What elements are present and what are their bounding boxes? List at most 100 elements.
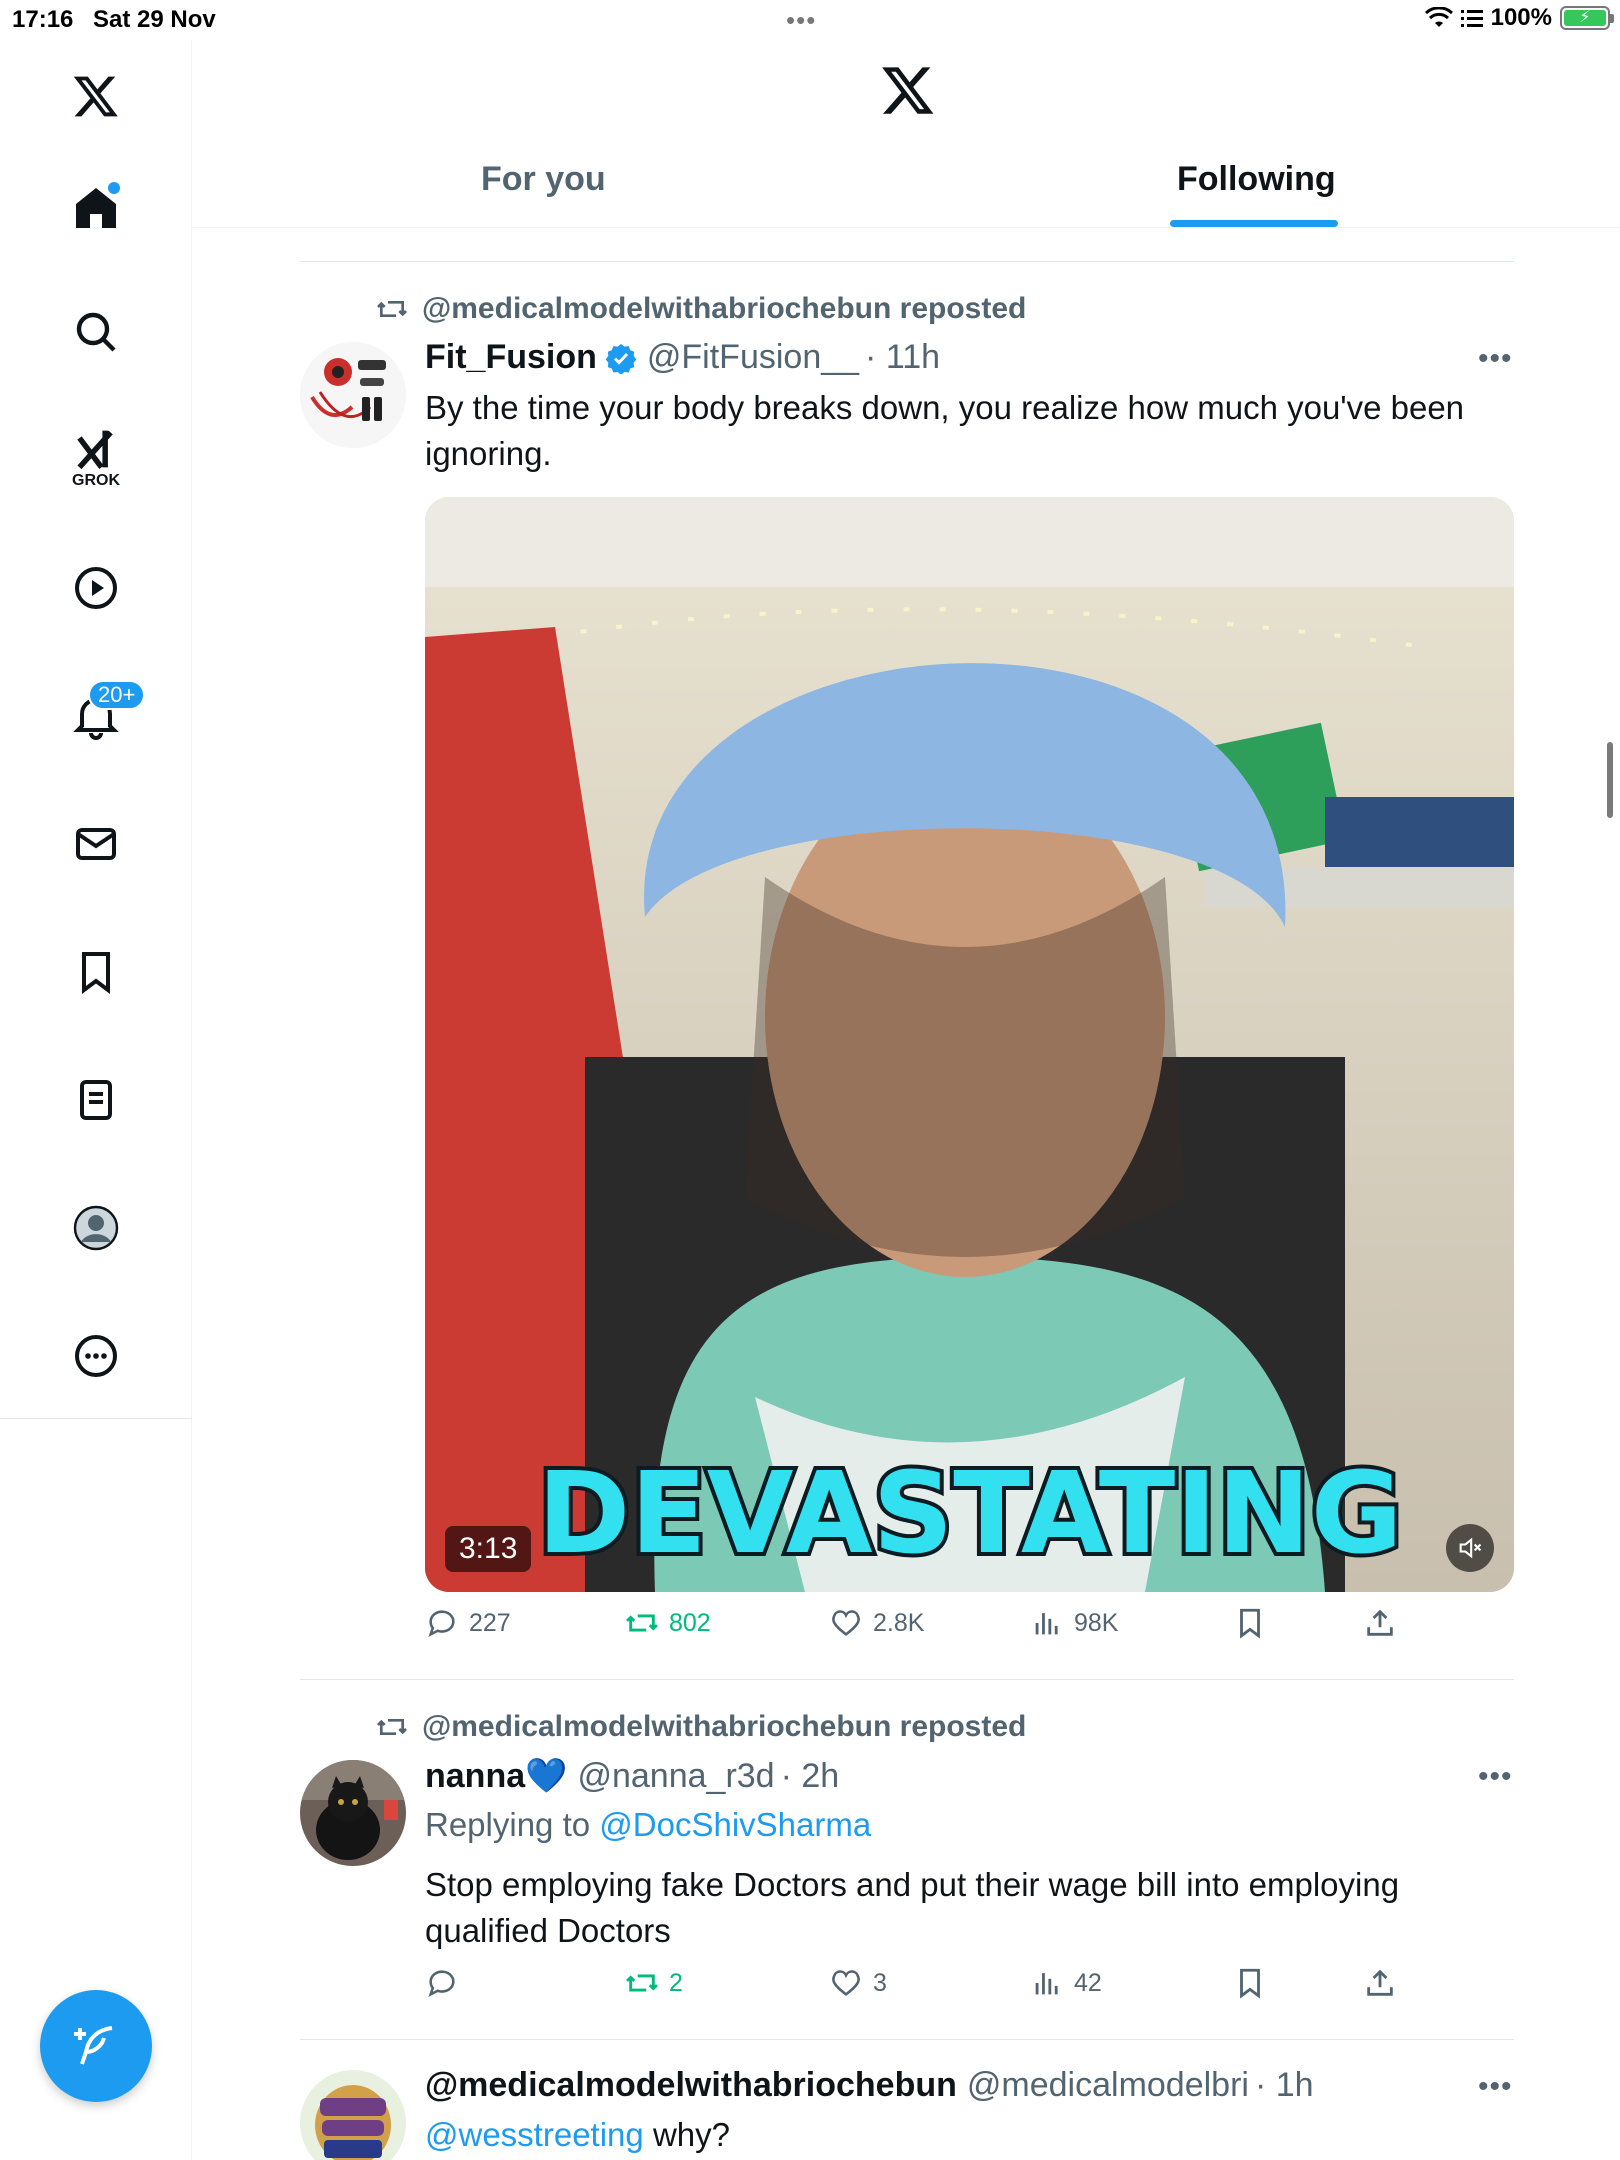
multitasking-dots[interactable]: •••	[786, 5, 816, 36]
compose-feather-icon	[74, 2026, 113, 2065]
notifications-badge: 20+	[88, 680, 146, 710]
repost-icon	[377, 1719, 407, 1735]
post-more-menu-icon[interactable]: •••	[1478, 342, 1513, 376]
wifi-icon	[1424, 7, 1453, 27]
post-time[interactable]: · 1h	[1255, 2066, 1314, 2105]
bookmark-icon	[1240, 1608, 1260, 1639]
replying-to-handle[interactable]: @DocShivSharma	[599, 1806, 871, 1843]
repost-indicator: @medicalmodelwithabriochebun reposted	[376, 292, 1026, 326]
repost-label: @medicalmodelwithabriochebun reposted	[422, 1710, 1027, 1743]
search-icon[interactable]	[66, 302, 126, 362]
post-text: Stop employing fake Doctors and put thei…	[425, 1866, 1400, 1949]
avatar[interactable]	[300, 1760, 406, 1866]
avatar[interactable]	[300, 2070, 406, 2160]
scrollbar[interactable]	[1607, 742, 1613, 818]
heart-icon	[832, 1610, 860, 1636]
mute-icon[interactable]	[1446, 1524, 1494, 1572]
repost-button[interactable]: 2	[625, 1966, 683, 2000]
video-player[interactable]: DEVASTATING 3:13	[425, 497, 1514, 1592]
share-icon	[1367, 1609, 1393, 1636]
share-button[interactable]	[1363, 1606, 1397, 1640]
grok-icon[interactable]: GROK	[66, 426, 126, 489]
feed-divider	[300, 2039, 1514, 2040]
views-chart-icon	[1035, 1613, 1058, 1635]
video-play-icon[interactable]	[66, 558, 126, 618]
share-button[interactable]	[1363, 1966, 1397, 2000]
post-text: By the time your body breaks down, you r…	[425, 389, 1465, 472]
repost-button[interactable]: 802	[625, 1606, 711, 1640]
author-name[interactable]: Fit_Fusion	[425, 338, 597, 377]
like-count: 2.8K	[873, 1608, 925, 1637]
repost-icon	[626, 1974, 658, 1992]
sidebar-divider	[0, 1418, 192, 1419]
post-time[interactable]: · 2h	[781, 1757, 840, 1796]
share-icon	[1367, 1969, 1393, 1996]
author-handle[interactable]: @medicalmodelbri	[967, 2066, 1249, 2105]
x-logo-icon[interactable]	[880, 62, 936, 118]
views-chart-icon	[1035, 1973, 1058, 1995]
home-icon[interactable]	[66, 178, 126, 238]
like-button[interactable]: 3	[829, 1966, 887, 2000]
view-count: 98K	[1074, 1608, 1119, 1637]
mention-link[interactable]: @wesstreeting	[425, 2116, 644, 2153]
profile-avatar-icon[interactable]	[66, 1198, 126, 1258]
view-count: 42	[1074, 1968, 1102, 1997]
more-options-icon[interactable]	[66, 1326, 126, 1386]
notifications-bell-icon[interactable]: 20+	[66, 680, 146, 746]
views-button[interactable]: 42	[1030, 1966, 1102, 2000]
feed-divider	[300, 261, 1514, 262]
active-tab-indicator	[1170, 220, 1338, 227]
avatar[interactable]	[300, 342, 406, 448]
like-count: 3	[873, 1968, 887, 1997]
author-handle[interactable]: @FitFusion__	[647, 338, 859, 377]
post-time[interactable]: · 11h	[865, 338, 940, 377]
status-bar: 17:16 Sat 29 Nov ••• 100% ⚡	[0, 0, 1620, 40]
home-unread-dot	[108, 182, 120, 194]
battery-percent: 100%	[1490, 4, 1552, 31]
like-button[interactable]: 2.8K	[829, 1606, 924, 1640]
reply-button[interactable]: 227	[425, 1606, 511, 1640]
repost-count: 2	[669, 1968, 683, 1997]
reply-icon	[428, 1970, 455, 1997]
video-thumbnail: DEVASTATING	[425, 497, 1514, 1592]
video-caption: DEVASTATING	[537, 1449, 1402, 1579]
post-actions: 227 802 2.8K 98K	[425, 1606, 1515, 1656]
sidebar: GROK 20+	[0, 40, 192, 2160]
bookmark-button[interactable]	[1233, 1966, 1267, 2000]
post-more-menu-icon[interactable]: •••	[1478, 1760, 1513, 1794]
bookmarks-icon[interactable]	[66, 942, 126, 1002]
repost-icon	[626, 1614, 658, 1632]
compose-post-button[interactable]	[40, 1990, 152, 2102]
messages-envelope-icon[interactable]	[66, 814, 126, 874]
replying-prefix: Replying to	[425, 1806, 591, 1843]
reply-button[interactable]	[425, 1966, 469, 2000]
tab-following[interactable]: Following	[1177, 160, 1336, 228]
battery-icon: ⚡	[1560, 6, 1614, 30]
author-handle[interactable]: @nanna_r3d	[577, 1757, 774, 1796]
status-date: Sat 29 Nov	[93, 6, 216, 33]
views-button[interactable]: 98K	[1030, 1606, 1118, 1640]
replying-to: Replying to @DocShivSharma	[425, 1806, 871, 1844]
reply-icon	[428, 1610, 455, 1637]
bookmark-button[interactable]	[1233, 1606, 1267, 1640]
tab-for-you[interactable]: For you	[481, 160, 606, 228]
repost-label: @medicalmodelwithabriochebun reposted	[422, 292, 1027, 325]
bookmark-icon	[1240, 1968, 1260, 1999]
lists-icon[interactable]	[66, 1070, 126, 1130]
repost-indicator: @medicalmodelwithabriochebun reposted	[376, 1710, 1026, 1744]
post-more-menu-icon[interactable]: •••	[1478, 2070, 1513, 2104]
author-name[interactable]: @medicalmodelwithabriochebun	[425, 2066, 957, 2105]
repost-count: 802	[669, 1608, 711, 1637]
post-text-body: why?	[652, 2116, 730, 2153]
author-name[interactable]: nanna💙	[425, 1756, 567, 1796]
focus-list-icon	[1460, 10, 1483, 27]
verified-badge-icon	[605, 343, 637, 374]
post-text: @wesstreeting why?	[425, 2112, 1515, 2158]
video-duration: 3:13	[445, 1526, 532, 1572]
repost-icon	[377, 301, 407, 317]
x-logo-icon[interactable]	[66, 66, 126, 126]
reply-count: 227	[469, 1608, 511, 1637]
post-actions: 2 3 42	[425, 1966, 1515, 2016]
grok-label: GROK	[72, 472, 120, 489]
status-time: 17:16	[12, 6, 74, 33]
